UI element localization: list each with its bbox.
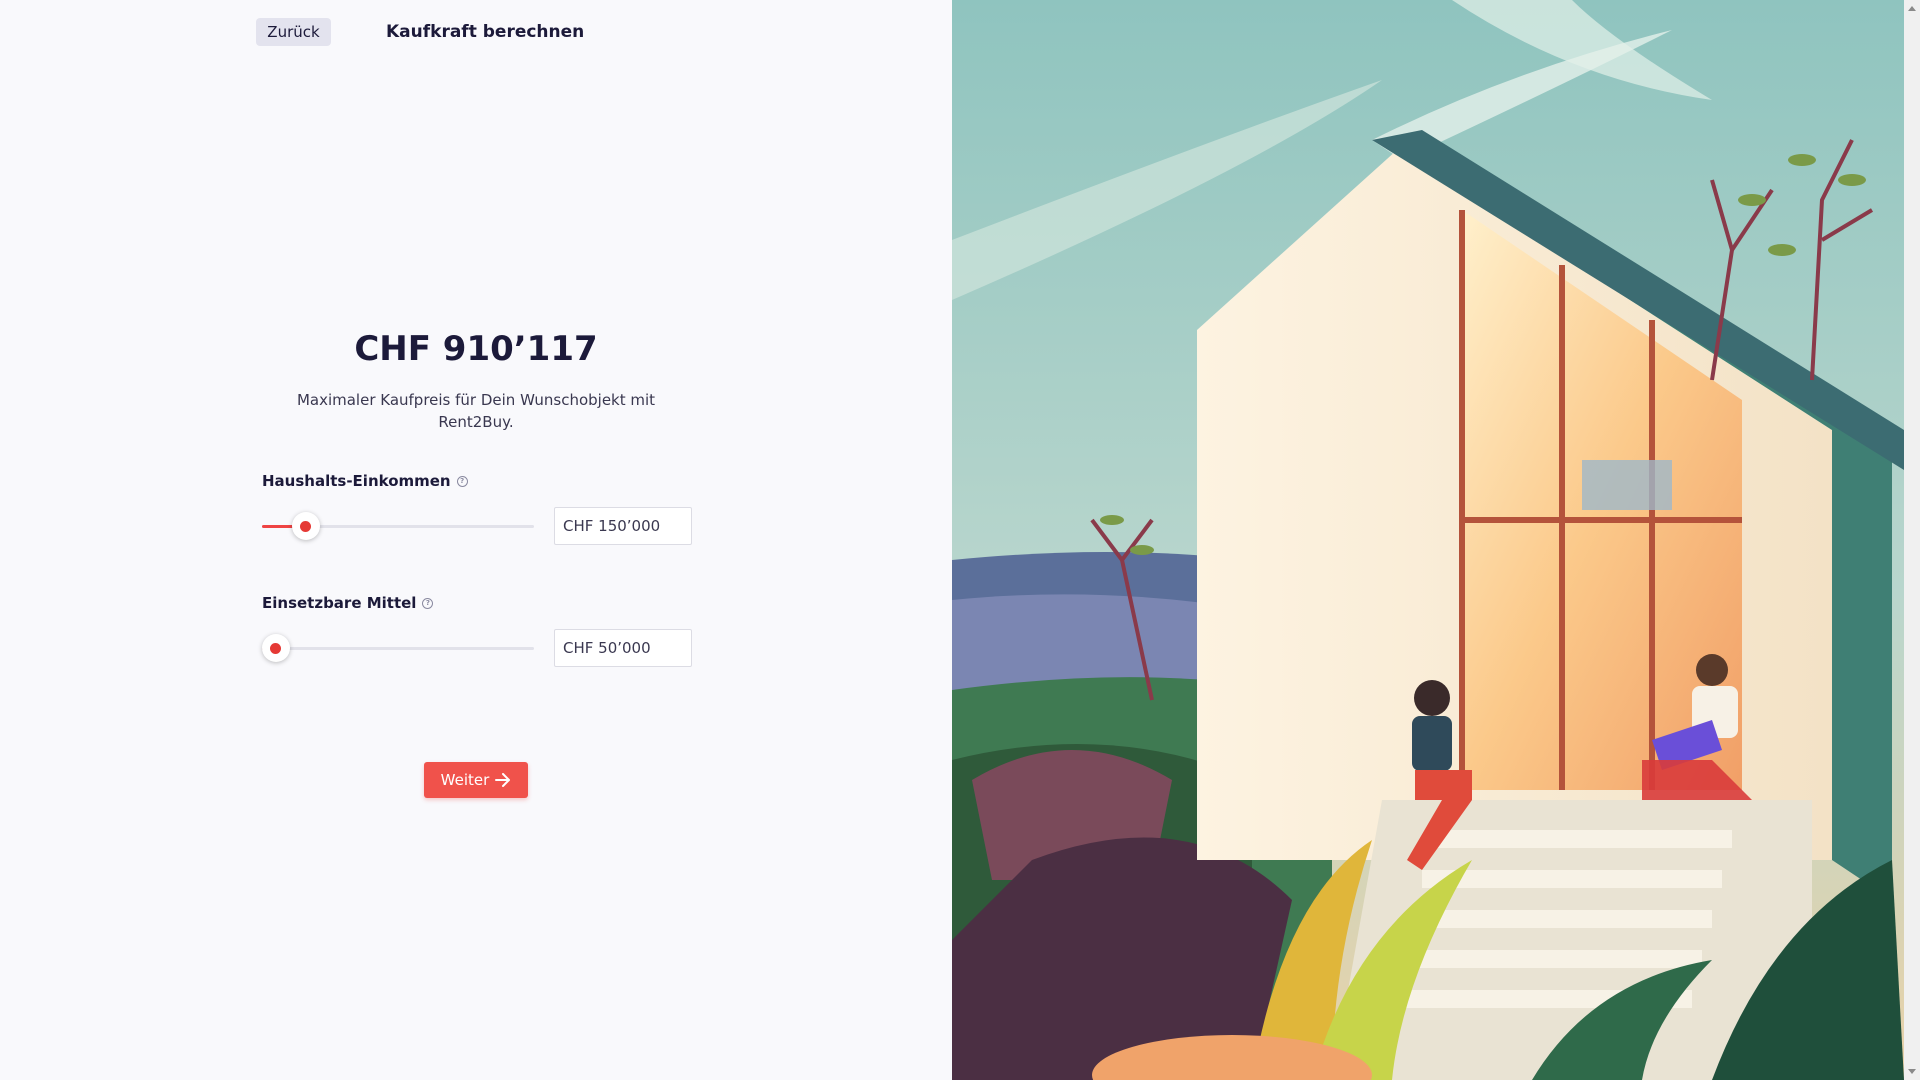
income-label-text: Haushalts-Einkommen (262, 472, 451, 490)
page-title: Kaufkraft berechnen (386, 22, 585, 42)
funds-slider-thumb[interactable] (261, 634, 290, 662)
next-button[interactable]: Weiter (424, 762, 528, 798)
funds-label: Einsetzbare Mittel ? (262, 593, 434, 613)
income-slider-thumb[interactable] (291, 512, 320, 540)
info-icon[interactable]: ? (456, 475, 468, 487)
max-price-description: Maximaler Kaufpreis für Dein Wunschobjek… (296, 391, 656, 431)
income-input[interactable] (554, 507, 692, 545)
back-button[interactable]: Zurück (256, 18, 331, 46)
scroll-down-icon[interactable] (1908, 1069, 1916, 1074)
next-button-label: Weiter (440, 771, 490, 789)
calculator-panel: Zurück Kaufkraft berechnen CHF 910’117 M… (0, 0, 952, 1080)
info-icon[interactable]: ? (422, 597, 434, 609)
funds-input[interactable] (554, 629, 692, 667)
funds-slider-track (262, 647, 534, 650)
arrow-right-icon (495, 773, 511, 787)
income-label: Haushalts-Einkommen ? (262, 471, 468, 491)
max-price-value: CHF 910’117 (354, 329, 598, 369)
funds-slider[interactable] (261, 633, 534, 663)
scroll-up-icon[interactable] (1908, 6, 1916, 11)
scrollbar[interactable] (1904, 0, 1920, 1080)
income-slider[interactable] (262, 511, 534, 541)
funds-label-text: Einsetzbare Mittel (262, 594, 417, 612)
hero-illustration (952, 0, 1904, 1080)
